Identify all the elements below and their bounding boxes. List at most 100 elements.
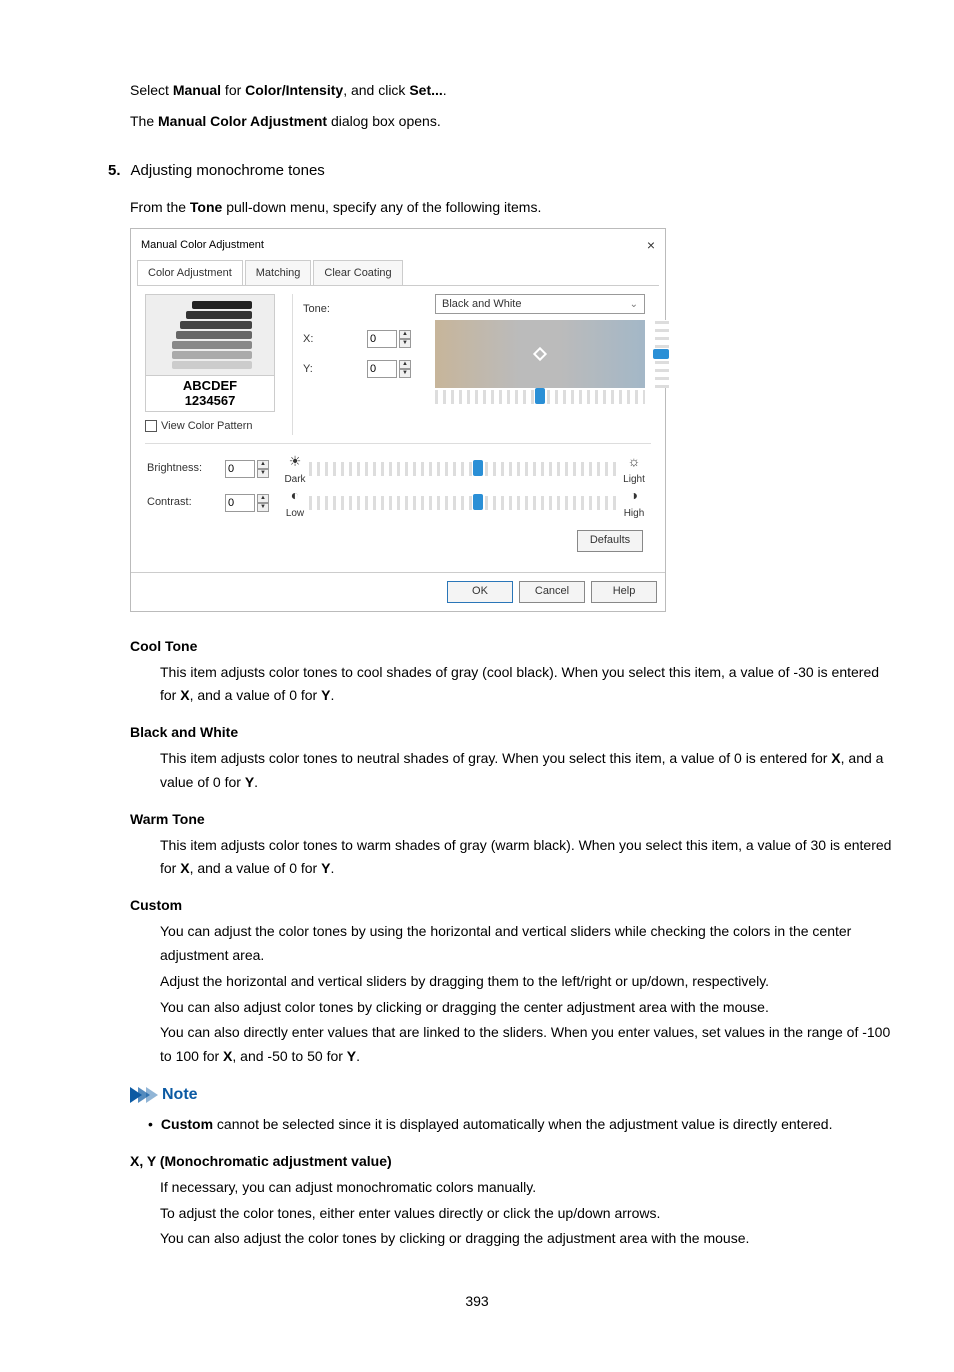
term-xy: X, Y (Monochromatic adjustment value) (130, 1151, 894, 1172)
down-arrow-icon[interactable]: ▼ (399, 369, 411, 378)
defaults-button[interactable]: Defaults (577, 530, 643, 552)
down-arrow-icon[interactable]: ▼ (257, 503, 269, 512)
preview-text-2: 1234567 (146, 393, 274, 409)
text: cannot be selected since it is displayed… (213, 1116, 832, 1132)
y-spinner[interactable]: ▲▼ (367, 354, 427, 384)
text: . (356, 1048, 360, 1064)
custom-p4: You can also directly enter values that … (160, 1021, 894, 1069)
intro-line-1: Select Manual for Color/Intensity, and c… (130, 80, 894, 101)
xy-p2: To adjust the color tones, either enter … (160, 1202, 894, 1226)
contrast-input[interactable] (225, 494, 255, 512)
step-title: Adjusting monochrome tones (131, 160, 325, 183)
text-bold: X (223, 1048, 232, 1064)
text: . (330, 687, 334, 703)
dialog-body: ABCDEF 1234567 View Color Pattern Tone: … (137, 285, 659, 566)
text: From the (130, 199, 190, 215)
text: The (130, 113, 158, 129)
note-body: • Custom cannot be selected since it is … (148, 1113, 894, 1137)
up-arrow-icon[interactable]: ▲ (399, 360, 411, 369)
text-bold: Tone (190, 199, 222, 215)
low-label: Low (281, 506, 309, 521)
brightness-spinner[interactable]: ▲▼ (225, 454, 281, 484)
up-arrow-icon[interactable]: ▲ (399, 330, 411, 339)
x-slider[interactable] (435, 390, 645, 404)
contrast-label: Contrast: (145, 494, 225, 511)
desc-xy: If necessary, you can adjust monochromat… (160, 1176, 894, 1251)
desc-cool-tone: This item adjusts color tones to cool sh… (160, 661, 894, 709)
text-bold: X (831, 750, 840, 766)
y-slider[interactable] (655, 320, 669, 388)
text-bold: Manual Color Adjustment (158, 113, 327, 129)
contrast-low-icon: ◐ (281, 485, 309, 506)
brightness-slider[interactable] (309, 462, 617, 476)
desc-black-white: This item adjusts color tones to neutral… (160, 747, 894, 795)
tone-adjustment-area[interactable] (435, 320, 645, 388)
brightness-input[interactable] (225, 460, 255, 478)
contrast-slider[interactable] (309, 496, 617, 510)
preview-text-1: ABCDEF (146, 378, 274, 394)
term-warm-tone: Warm Tone (130, 809, 894, 830)
note-label: Note (162, 1083, 198, 1107)
brightness-dark-icon: ☀ (281, 451, 309, 472)
term-black-white: Black and White (130, 722, 894, 743)
contrast-spinner[interactable]: ▲▼ (225, 488, 281, 518)
text-bold: X (180, 860, 189, 876)
view-color-pattern-checkbox[interactable]: View Color Pattern (145, 418, 286, 435)
text-bold: Color/Intensity (245, 82, 343, 98)
text: . (443, 82, 447, 98)
text: for (221, 82, 245, 98)
up-arrow-icon[interactable]: ▲ (257, 494, 269, 503)
dialog-titlebar: Manual Color Adjustment × (131, 229, 665, 260)
slider-thumb (653, 349, 669, 359)
tone-select[interactable]: Black and White ⌄ (435, 294, 645, 314)
up-arrow-icon[interactable]: ▲ (257, 460, 269, 469)
bullet-icon: • (148, 1113, 153, 1137)
marker-icon (533, 347, 547, 361)
text: . (330, 860, 334, 876)
term-cool-tone: Cool Tone (130, 636, 894, 657)
step-number: 5. (108, 160, 121, 183)
help-button[interactable]: Help (591, 581, 657, 603)
term-custom: Custom (130, 895, 894, 916)
ok-button[interactable]: OK (447, 581, 513, 603)
x-spinner[interactable]: ▲▼ (367, 324, 427, 354)
xy-p3: You can also adjust the color tones by c… (160, 1227, 894, 1251)
contrast-row: Contrast: ▲▼ ◐ Low ◑ High (145, 486, 651, 520)
y-input[interactable] (367, 360, 397, 378)
slider-thumb (535, 388, 545, 404)
dialog-tabs: Color Adjustment Matching Clear Coating (131, 260, 665, 286)
text: , and click (343, 82, 409, 98)
tone-label: Tone: (303, 294, 367, 324)
note-icon (130, 1087, 154, 1103)
close-icon[interactable]: × (647, 235, 655, 256)
text: Select (130, 82, 173, 98)
note-heading: Note (130, 1083, 894, 1107)
text: , and a value of 0 for (190, 860, 322, 876)
tone-select-value: Black and White (442, 296, 521, 313)
text-bold: X (180, 687, 189, 703)
text: . (254, 774, 258, 790)
x-input[interactable] (367, 330, 397, 348)
slider-thumb (473, 494, 483, 510)
down-arrow-icon[interactable]: ▼ (257, 469, 269, 478)
tab-clear-coating[interactable]: Clear Coating (313, 260, 402, 286)
contrast-high-icon: ◑ (617, 485, 651, 506)
text: This item adjusts color tones to neutral… (160, 750, 831, 766)
step-desc: From the Tone pull-down menu, specify an… (130, 197, 894, 218)
text-bold: Custom (161, 1116, 213, 1132)
checkbox-icon (145, 420, 157, 432)
chevron-down-icon: ⌄ (630, 297, 638, 312)
preview-image: ABCDEF 1234567 (145, 294, 275, 412)
x-label: X: (303, 324, 367, 354)
text-bold: Y (347, 1048, 356, 1064)
custom-p3: You can also adjust color tones by click… (160, 996, 894, 1020)
text: pull-down menu, specify any of the follo… (222, 199, 541, 215)
tab-matching[interactable]: Matching (245, 260, 312, 286)
tab-color-adjustment[interactable]: Color Adjustment (137, 260, 243, 286)
down-arrow-icon[interactable]: ▼ (399, 339, 411, 348)
step-heading: 5. Adjusting monochrome tones (108, 160, 894, 183)
custom-p1: You can adjust the color tones by using … (160, 920, 894, 968)
note-text: Custom cannot be selected since it is di… (161, 1113, 833, 1137)
cancel-button[interactable]: Cancel (519, 581, 585, 603)
text: , and a value of 0 for (190, 687, 322, 703)
